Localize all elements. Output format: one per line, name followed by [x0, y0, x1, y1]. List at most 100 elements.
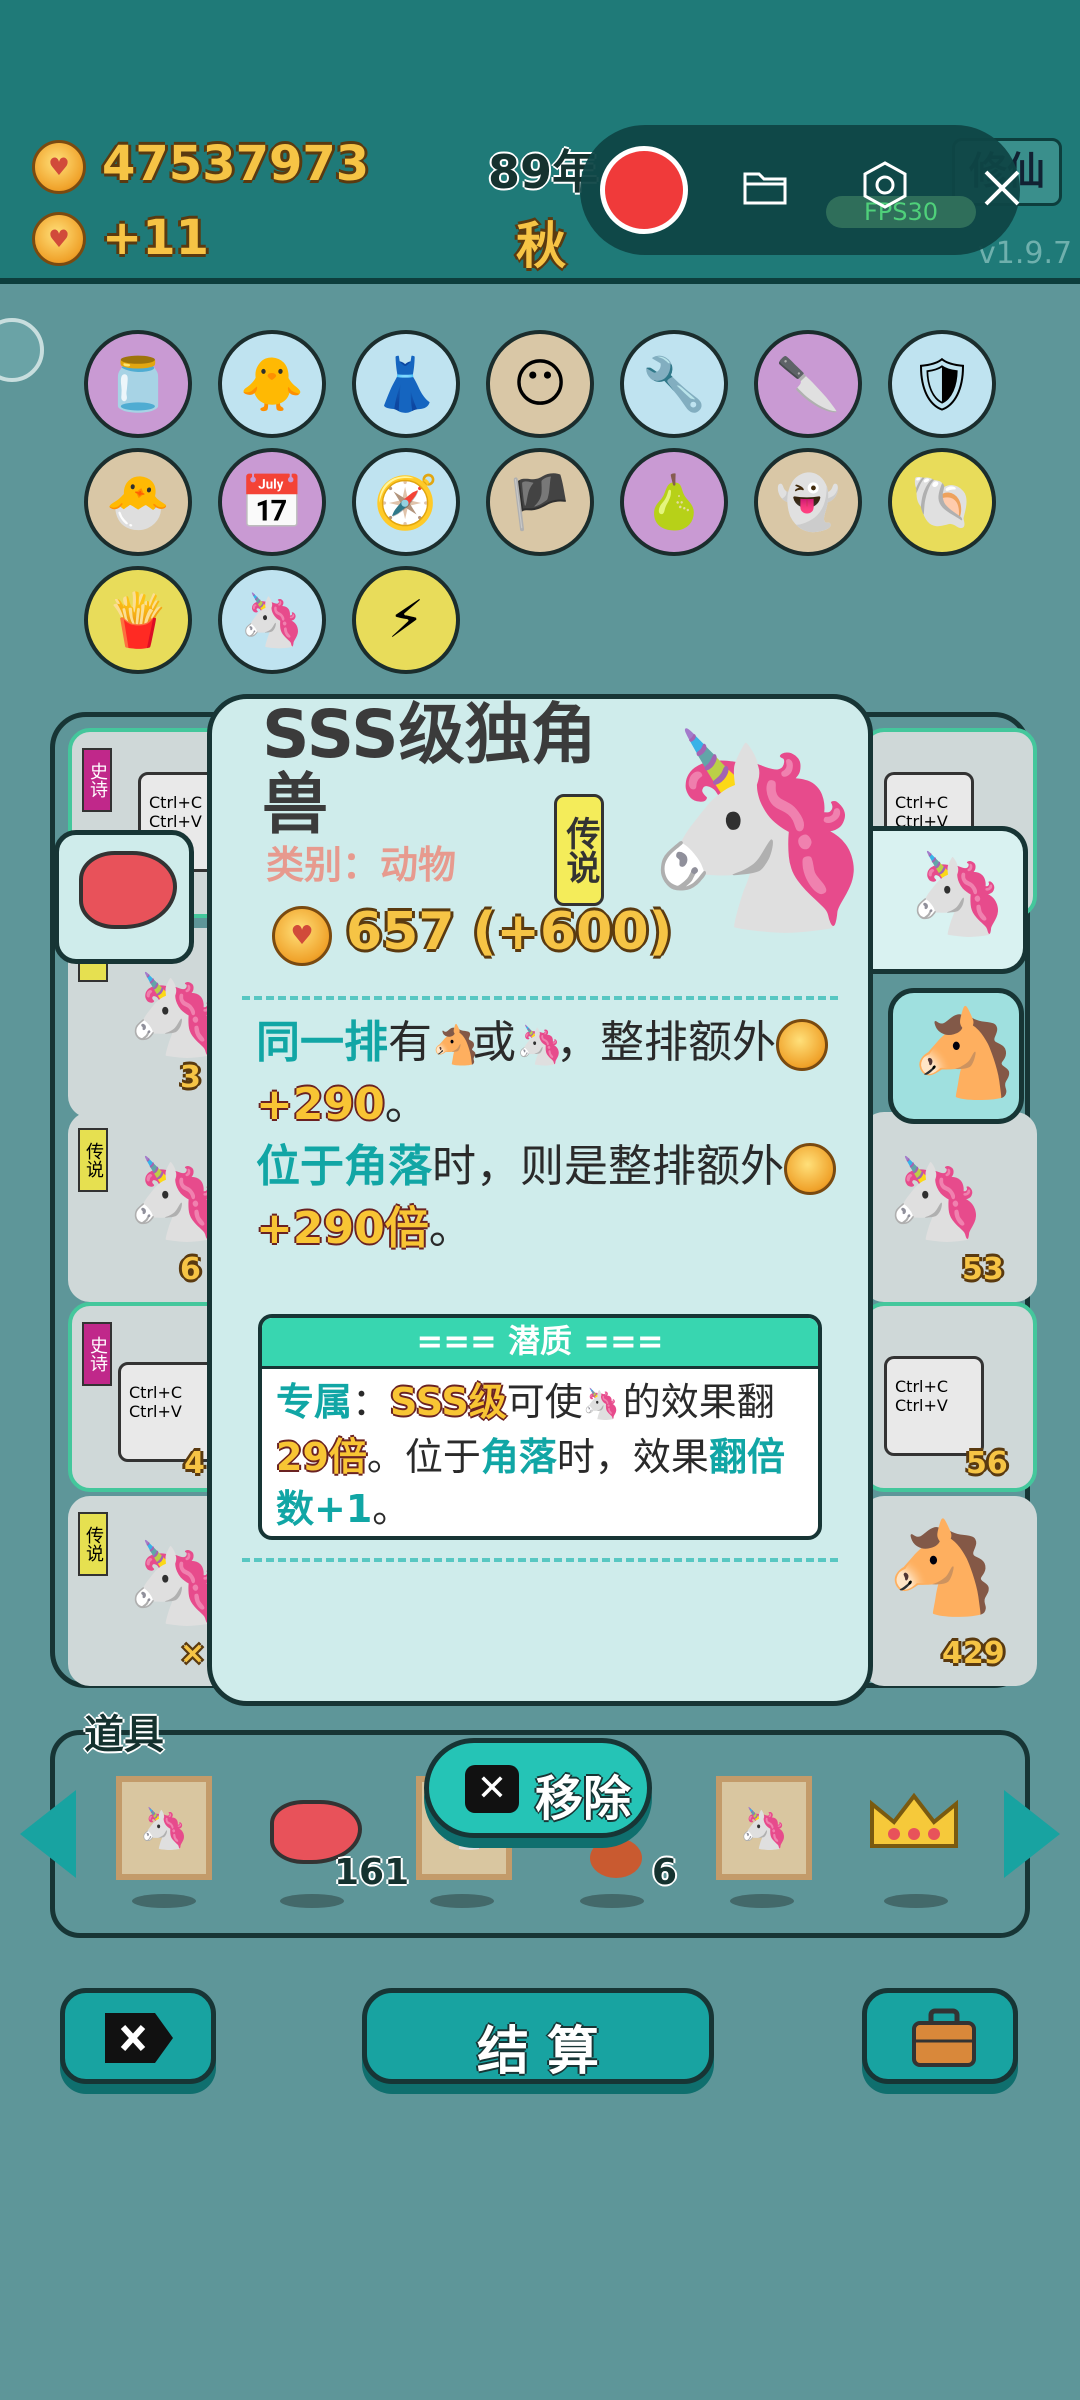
remove-button[interactable]: ✕ 移除 — [424, 1738, 652, 1838]
desc-text: 。 — [428, 1203, 473, 1254]
desc-highlight: 位于角落 — [256, 1141, 432, 1192]
desc-bonus: +290 — [256, 1079, 385, 1130]
owned-item-twin-unicorn-icon[interactable]: 🦄 — [218, 566, 326, 674]
unicorn-tab[interactable]: 🦄 — [868, 826, 1028, 974]
divider — [242, 996, 838, 1000]
unicorn-icon: 🦄 — [516, 1023, 564, 1067]
remove-x-icon: ✕ — [465, 1765, 519, 1813]
item-category: 类别：动物 — [266, 843, 457, 887]
potential-box: === 潜质 === 专属：SSS级可使🦄的效果翻29倍。位于角落时，效果翻倍数… — [258, 1314, 822, 1540]
slot-count: 56 — [966, 1446, 1008, 1481]
potential-text-part: 可使 — [506, 1380, 583, 1424]
slot-count: 4 — [184, 1446, 205, 1481]
slot-tag: 传说 — [78, 1512, 108, 1576]
close-icon[interactable] — [980, 166, 1024, 210]
potential-text-part: 时，效果 — [556, 1434, 709, 1479]
owned-item-lightning-icon[interactable]: ⚡ — [352, 566, 460, 674]
unicorn-icon: 🦄 — [886, 1152, 986, 1245]
owned-item-mask-icon[interactable]: 😶 — [486, 330, 594, 438]
bag-button[interactable] — [862, 1988, 1018, 2084]
item-description: 同一排有🐴或🦄，整排额外+290。 位于角落时，则是整排额外+290倍。 — [256, 1012, 836, 1260]
owned-item-calendar-icon[interactable]: 📅 — [218, 448, 326, 556]
settle-label: 结 算 — [476, 2022, 600, 2082]
slot-right-3[interactable]: Ctrl+C Ctrl+V 56 — [862, 1302, 1037, 1492]
cancel-button[interactable] — [60, 1988, 216, 2084]
potential-header: === 潜质 === — [262, 1318, 818, 1369]
unicorn-icon: 🦄 — [908, 847, 1008, 940]
unicorn-portrait-icon: 🦄 — [640, 719, 877, 940]
item-title: SSS级独角兽 — [262, 696, 597, 843]
slot-tag: 史诗 — [82, 1322, 112, 1386]
briefcase-icon — [911, 2007, 977, 2069]
potential-text-part: ： — [352, 1380, 391, 1424]
owned-item-chick-egg-icon[interactable]: 🐥 — [218, 330, 326, 438]
owned-item-skirt-icon[interactable]: 👗 — [352, 330, 460, 438]
pony-icon: 🐴 — [886, 1516, 999, 1621]
potential-text: 专属：SSS级可使🦄的效果翻29倍。位于角落时，效果翻倍数+1。 — [276, 1376, 816, 1535]
tools-label: 道具 — [84, 1712, 164, 1758]
tool-shadow — [132, 1894, 196, 1908]
slot-tag: 传说 — [78, 1128, 108, 1192]
rarity-badge: 传说 — [554, 794, 604, 906]
potential-highlight: 专属 — [276, 1380, 353, 1424]
owned-item-fries-icon[interactable]: 🍟 — [84, 566, 192, 674]
tool-shadow — [580, 1894, 644, 1908]
liver-tab[interactable] — [54, 830, 194, 964]
slot-count: × — [180, 1636, 206, 1671]
tools-next-arrow[interactable] — [1004, 1790, 1060, 1878]
coin-total: 47537973 — [102, 136, 370, 192]
tool-count: 6 — [652, 1852, 678, 1893]
slot-tag: 史诗 — [82, 748, 112, 812]
desc-bonus: +290倍 — [256, 1203, 429, 1254]
slot-count: 429 — [942, 1636, 1005, 1671]
item-value: 657 (+600) — [346, 902, 673, 962]
remove-label: 移除 — [535, 1771, 632, 1827]
record-icon[interactable] — [600, 146, 688, 234]
tool-item-icon[interactable] — [590, 1838, 642, 1878]
tool-shadow — [884, 1894, 948, 1908]
desc-highlight: 同一排 — [256, 1017, 388, 1068]
season-label: 秋 — [516, 217, 566, 275]
potential-bonus: SSS级 — [390, 1380, 507, 1424]
slot-count: 3 — [180, 1060, 201, 1095]
slot-count: 6 — [180, 1252, 201, 1287]
pony-tab[interactable]: 🐴 — [888, 988, 1024, 1124]
owned-item-shield-icon[interactable]: 🛡 — [888, 330, 996, 438]
copy-card-text: Ctrl+C Ctrl+V — [884, 1356, 984, 1456]
slot-count: 53 — [962, 1252, 1004, 1287]
settings-icon[interactable] — [860, 160, 910, 210]
potential-text-part: 。 — [372, 1486, 411, 1531]
desc-text: 。 — [384, 1079, 429, 1130]
owned-item-shell-icon[interactable]: 🐚 — [888, 448, 996, 556]
pony-icon: 🐴 — [432, 1023, 480, 1067]
desc-text: 有 — [388, 1017, 432, 1068]
owned-item-pomelo-icon[interactable]: 🍐 — [620, 448, 728, 556]
crown-icon[interactable] — [866, 1790, 962, 1852]
coin-gain: +11 — [102, 210, 210, 266]
tool-picture-frame[interactable]: 🦄 — [716, 1776, 812, 1880]
potential-text-part: 的效果翻 — [622, 1380, 775, 1424]
owned-item-ghost-icon[interactable]: 👻 — [754, 448, 862, 556]
potential-text-part: 。位于 — [366, 1434, 481, 1479]
owned-item-jar-icon[interactable]: 🫙 — [84, 330, 192, 438]
owned-item-cleaver-icon[interactable]: 🔪 — [754, 330, 862, 438]
slot-right-4[interactable]: 🐴 429 — [862, 1496, 1037, 1686]
tool-picture-frame[interactable]: 🦄 — [116, 1776, 212, 1880]
coin-icon: ♥ — [32, 140, 86, 194]
owned-item-chick-egg-2-icon[interactable]: 🐣 — [84, 448, 192, 556]
tools-prev-arrow[interactable] — [20, 1790, 76, 1878]
coin-icon — [776, 1019, 828, 1071]
folder-icon[interactable] — [742, 166, 788, 206]
owned-item-pump-icon[interactable]: 🔧 — [620, 330, 728, 438]
desc-text: 或 — [472, 1017, 516, 1068]
coin-gain-icon: ♥ — [32, 212, 86, 266]
unicorn-icon: 🦄 — [582, 1386, 621, 1422]
owned-item-eyepatch-icon[interactable]: 🏴 — [486, 448, 594, 556]
slot-right-2[interactable]: 🦄 53 — [862, 1112, 1037, 1302]
tool-shadow — [430, 1894, 494, 1908]
owned-item-compass-icon[interactable]: 🧭 — [352, 448, 460, 556]
desc-text: 时，则是整排额外 — [432, 1141, 784, 1192]
coin-icon: ♥ — [272, 906, 332, 966]
delete-tag-icon — [105, 2013, 173, 2063]
settle-button[interactable]: 结 算 — [362, 1988, 714, 2084]
